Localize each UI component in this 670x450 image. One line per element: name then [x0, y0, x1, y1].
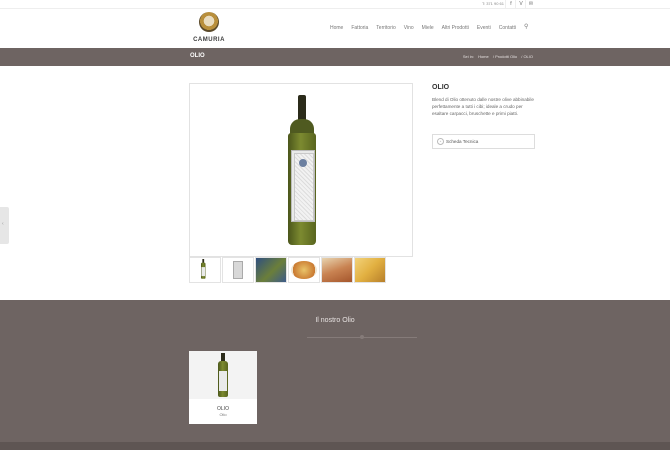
related-product-card[interactable]: OLIO Olio	[189, 351, 257, 424]
scheda-tecnica-label: Scheda Tecnica	[446, 139, 479, 144]
breadcrumb-prefix: Sei in:	[462, 54, 474, 59]
phone-number: T: 371 90 61	[481, 1, 504, 6]
scheda-tecnica-toggle[interactable]: + Scheda Tecnica	[432, 134, 535, 149]
nav-item-altri-prodotti[interactable]: Altri Prodotti	[442, 25, 469, 31]
logo-emblem	[199, 12, 219, 32]
chevron-left-icon: ‹	[2, 221, 4, 227]
thumb-cheese[interactable]	[354, 257, 386, 283]
product-thumbnails	[189, 257, 386, 283]
site-logo[interactable]: FATTORIA CAMURIA	[191, 9, 227, 47]
plus-icon: +	[437, 138, 444, 145]
thumb-bruschetta[interactable]	[321, 257, 353, 283]
product-main-image[interactable]	[189, 83, 413, 257]
search-icon[interactable]: ⚲	[524, 24, 528, 31]
logo-brand: CAMURIA	[193, 37, 225, 43]
page-title: OLIO	[190, 53, 205, 59]
related-product-category: Olio	[219, 412, 227, 417]
thumb-bottle[interactable]	[189, 257, 221, 283]
related-products-section: Il nostro Olio OLIO Olio	[0, 300, 670, 450]
nav-item-vino[interactable]: Vino	[404, 25, 414, 31]
nav-item-territorio[interactable]: Territorio	[376, 25, 395, 31]
nav-item-fattoria[interactable]: Fattoria	[351, 25, 368, 31]
breadcrumb-current: / OLIO	[521, 54, 533, 59]
nav-item-contatti[interactable]: Contatti	[499, 25, 516, 31]
divider-dot	[360, 335, 364, 339]
breadcrumb-home[interactable]: Home	[478, 54, 489, 59]
thumb-olives[interactable]	[255, 257, 287, 283]
thumb-can[interactable]	[222, 257, 254, 283]
main-nav: Home Fattoria Territorio Vino Miele Altr…	[330, 24, 528, 31]
nav-item-miele[interactable]: Miele	[422, 25, 434, 31]
bottom-strip	[0, 442, 670, 450]
top-strip: T: 371 90 61 f V ✉	[0, 0, 670, 9]
side-tab[interactable]: ‹	[0, 207, 9, 244]
nav-item-home[interactable]: Home	[330, 25, 343, 31]
mail-icon[interactable]: ✉	[525, 0, 536, 8]
breadcrumb: Sei in: Home / Prodotti Olio / OLIO	[460, 54, 533, 59]
breadcrumb-category[interactable]: / Prodotti Olio	[493, 54, 517, 59]
page-title-bar: OLIO Sei in: Home / Prodotti Olio / OLIO	[0, 48, 670, 66]
product-description: Blend di Olio ottenuto dalle nostre oliv…	[432, 97, 534, 116]
related-product-image	[189, 351, 257, 399]
site-header: FATTORIA CAMURIA Home Fattoria Territori…	[0, 9, 670, 47]
thumb-pizza[interactable]	[288, 257, 320, 283]
olive-oil-bottle	[288, 95, 316, 245]
product-title: OLIO	[432, 84, 450, 91]
nav-item-eventi[interactable]: Eventi	[477, 25, 491, 31]
related-section-title: Il nostro Olio	[315, 317, 355, 324]
